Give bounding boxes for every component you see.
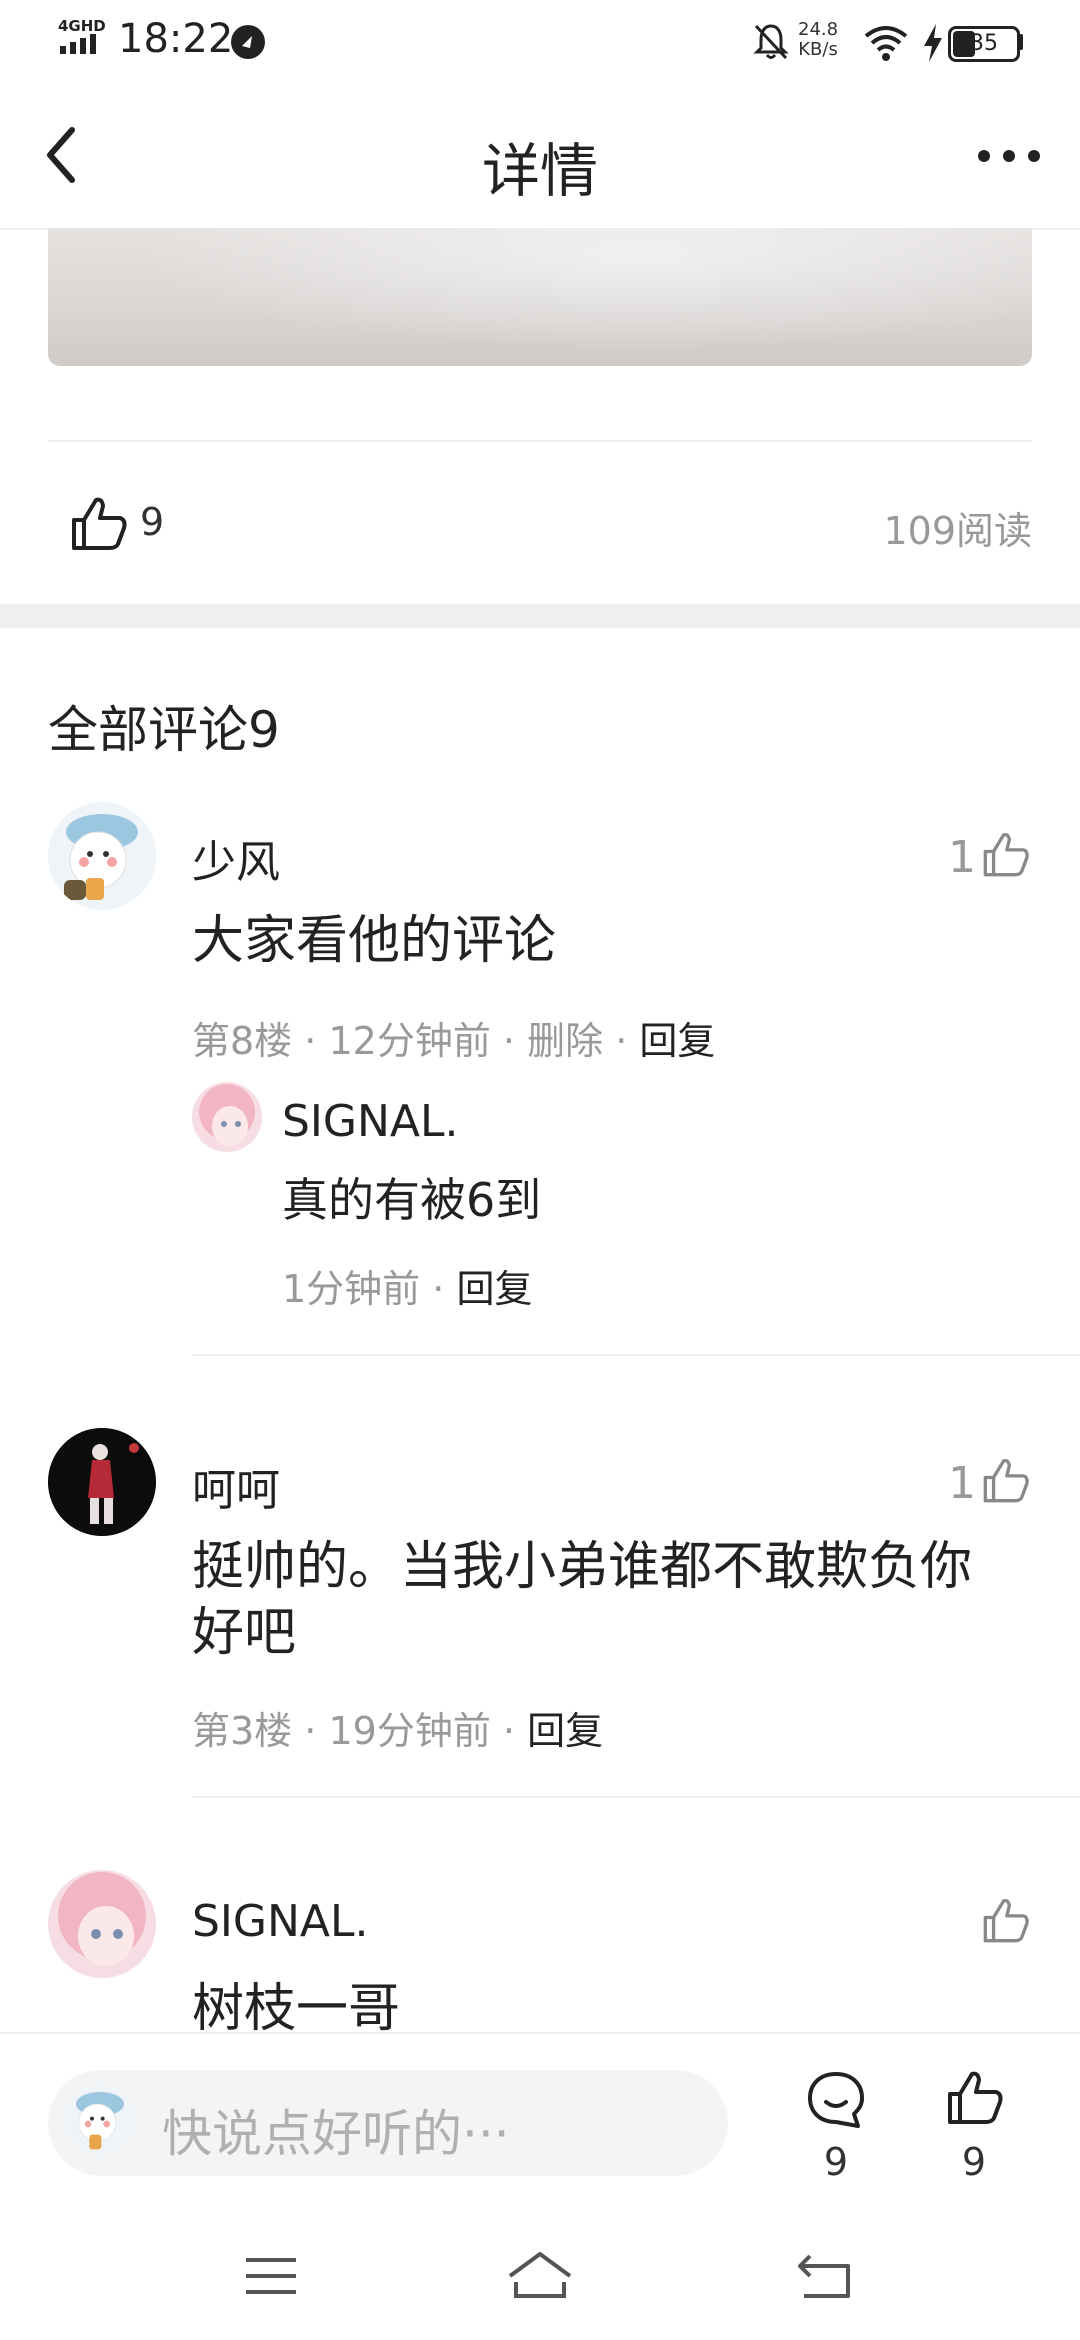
reply-link[interactable]: 回复 xyxy=(639,1019,715,1063)
comment-like-count: 1 xyxy=(948,1458,976,1509)
comment-count: 9 xyxy=(823,2140,849,2184)
status-bar: 4GHD 18:22 24.8 KB/s 35 xyxy=(0,0,1080,82)
reply-link[interactable]: 回复 xyxy=(527,1709,603,1753)
battery-tip xyxy=(1018,34,1023,50)
comment-like-icon[interactable] xyxy=(982,1456,1030,1504)
comment-time: 12分钟前 xyxy=(328,1019,491,1063)
avatar[interactable] xyxy=(48,1428,156,1536)
battery-icon: 35 xyxy=(948,26,1020,62)
avatar[interactable] xyxy=(48,1870,156,1978)
speed-value: 24.8 xyxy=(798,19,839,40)
comment-icon[interactable] xyxy=(806,2070,866,2130)
like-count: 9 xyxy=(961,2140,987,2184)
post-image[interactable] xyxy=(48,228,1032,366)
meta-dot: · xyxy=(502,1019,516,1063)
comment-separator xyxy=(192,1796,1080,1798)
comment-like-icon[interactable] xyxy=(982,830,1030,878)
comment-like-count: 1 xyxy=(948,832,976,883)
comment-like-icon[interactable] xyxy=(982,1896,1030,1944)
avatar-cartoon-icon xyxy=(64,814,138,900)
reply-avatar[interactable] xyxy=(192,1082,262,1152)
comment-meta: 第8楼 · 12分钟前 · 删除 · 回复 xyxy=(192,1010,715,1065)
input-placeholder[interactable]: 快说点好听的··· xyxy=(162,2094,510,2166)
comment-separator xyxy=(192,1354,1080,1356)
network-speed: 24.8 KB/s xyxy=(798,20,838,60)
floor-label: 第8楼 xyxy=(192,1019,293,1063)
delete-link[interactable]: 删除 xyxy=(527,1019,603,1063)
comment-text: 大家看他的评论 xyxy=(192,911,557,971)
comment-author[interactable]: SIGNAL. xyxy=(192,1896,369,1947)
reply-text: 真的有被6到 xyxy=(282,1173,542,1227)
reply-link[interactable]: 回复 xyxy=(456,1267,532,1311)
avatar-cartoon-icon xyxy=(76,2092,124,2150)
divider xyxy=(48,440,1032,442)
reply-meta: 1分钟前 · 回复 xyxy=(282,1258,532,1313)
network-label: 4GHD xyxy=(58,17,106,35)
comment-author[interactable]: 呵呵 xyxy=(192,1454,280,1518)
meta-dot: · xyxy=(432,1267,445,1311)
speed-unit: KB/s xyxy=(798,39,838,60)
meta-dot: · xyxy=(615,1019,628,1063)
charging-icon xyxy=(924,24,942,62)
meta-dot: · xyxy=(304,1019,317,1063)
top-nav-bar: 详情 xyxy=(0,82,1080,230)
mute-bell-icon xyxy=(753,24,789,60)
comment-text-line2: 好吧 xyxy=(192,1603,297,1663)
battery-level: 35 xyxy=(970,31,998,56)
avatar-anime-icon xyxy=(199,1084,255,1146)
home-icon[interactable] xyxy=(506,2250,574,2300)
clock: 18:22 xyxy=(118,16,234,62)
comment-meta: 第3楼 · 19分钟前 · 回复 xyxy=(192,1700,603,1755)
page-title: 详情 xyxy=(481,137,598,205)
network-indicator: 4GHD xyxy=(58,18,106,54)
avatar-figure-icon xyxy=(48,1428,156,1536)
floor-label: 第3楼 xyxy=(192,1709,293,1753)
signal-icon xyxy=(60,34,96,54)
comment-text-line1: 挺帅的。当我小弟谁都不敢欺负你 xyxy=(192,1537,973,1597)
comment-time: 19分钟前 xyxy=(328,1709,491,1753)
wifi-icon xyxy=(864,26,908,61)
reply-author[interactable]: SIGNAL. xyxy=(282,1096,459,1147)
more-icon[interactable] xyxy=(976,144,1042,168)
like-icon[interactable] xyxy=(70,494,128,552)
comments-title: 全部评论9 xyxy=(48,701,280,759)
menu-icon[interactable] xyxy=(244,2256,298,2296)
comment-author[interactable]: 少风 xyxy=(192,826,280,890)
system-nav-bar xyxy=(0,2192,1080,2340)
post-like-count: 9 xyxy=(140,500,165,544)
app-notification-icon xyxy=(231,25,265,59)
reply-time: 1分钟前 xyxy=(282,1267,421,1311)
avatar-anime-icon xyxy=(58,1872,146,1966)
read-count: 109阅读 xyxy=(883,509,1032,553)
back-nav-icon[interactable] xyxy=(796,2252,852,2300)
like-icon[interactable] xyxy=(946,2068,1004,2126)
my-avatar xyxy=(64,2084,136,2156)
meta-dot: · xyxy=(304,1709,317,1753)
avatar[interactable] xyxy=(48,802,156,910)
meta-dot: · xyxy=(502,1709,516,1753)
section-gap xyxy=(0,604,1080,628)
